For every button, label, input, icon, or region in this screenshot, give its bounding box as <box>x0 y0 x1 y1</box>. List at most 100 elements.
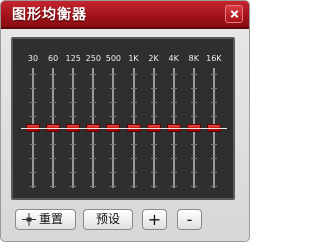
slider-tick <box>90 102 97 103</box>
frequency-label: 16K <box>206 54 222 63</box>
slider-tick <box>90 186 97 187</box>
slider-tick <box>210 158 217 159</box>
frequency-label: 8K <box>188 54 199 63</box>
slider-tick <box>30 102 36 103</box>
slider-tick <box>50 144 57 145</box>
frequency-label: 500 <box>105 54 122 63</box>
slider-tick <box>90 74 97 75</box>
slider-tick <box>210 102 217 103</box>
title-bar[interactable]: 图形均衡器 <box>1 1 249 29</box>
slider-tick <box>50 186 57 187</box>
slider-tick <box>210 74 217 75</box>
slider-tick <box>70 88 77 89</box>
slider-tick <box>30 88 36 89</box>
reset-button-label: 重置 <box>39 212 64 226</box>
slider-tick <box>130 102 137 103</box>
slider-tick <box>210 172 217 173</box>
frequency-label: 4K <box>168 54 179 63</box>
slider-tick <box>110 102 117 103</box>
frequency-label: 250 <box>85 54 101 63</box>
slider-tick <box>210 186 217 187</box>
slider-tick <box>50 102 57 103</box>
slider-tick <box>70 74 77 75</box>
slider-tick <box>130 144 137 145</box>
slider-tick <box>110 88 117 89</box>
slider-tick <box>170 172 177 173</box>
frequency-label: 2K <box>148 54 159 63</box>
slider-tick <box>110 116 117 117</box>
slider-tick <box>90 172 97 173</box>
slider-tick <box>70 172 77 173</box>
slider-tick <box>70 186 77 187</box>
frequency-labels: 30 60 125 250 500 1K 2K 4K 8K 16K <box>12 54 236 66</box>
window-title: 图形均衡器 <box>12 7 87 23</box>
preset-button[interactable]: 预设 <box>83 209 133 230</box>
slider-tick <box>90 88 97 89</box>
slider-tick <box>70 158 77 159</box>
slider-tick <box>30 116 36 117</box>
slider-tick <box>150 102 157 103</box>
slider-tick <box>30 158 36 159</box>
slider-tick <box>190 158 197 159</box>
slider-tick <box>110 186 117 187</box>
slider-tick <box>150 144 157 145</box>
slider-tick <box>90 158 97 159</box>
reset-button[interactable]: 重置 <box>15 209 76 230</box>
slider-tick <box>70 144 77 145</box>
slider-tick <box>30 172 36 173</box>
slider-tick <box>130 74 137 75</box>
slider-tick <box>210 144 217 145</box>
close-button[interactable] <box>225 5 243 23</box>
slider-tick <box>70 102 77 103</box>
slider-tick <box>50 116 57 117</box>
zero-gain-line <box>21 128 227 129</box>
frequency-label: 30 <box>27 54 39 63</box>
slider-tick <box>190 172 197 173</box>
slider-tick <box>110 172 117 173</box>
slider-tick <box>210 88 217 89</box>
slider-tick <box>130 172 137 173</box>
slider-tick <box>170 158 177 159</box>
slider-tick <box>150 158 157 159</box>
slider-tick <box>150 116 157 117</box>
slider-tick <box>190 102 197 103</box>
slider-tick <box>90 144 97 145</box>
slider-tick <box>190 186 197 187</box>
slider-tick <box>50 172 57 173</box>
slider-tick <box>30 144 36 145</box>
slider-tick <box>30 74 36 75</box>
increase-button[interactable]: + <box>142 209 167 230</box>
frequency-label: 60 <box>48 54 59 63</box>
slider-tick <box>150 186 157 187</box>
slider-tick <box>170 186 177 187</box>
slider-tick <box>170 74 177 75</box>
slider-tick <box>50 88 57 89</box>
frequency-label: 1K <box>128 54 139 63</box>
slider-tick <box>190 144 197 145</box>
slider-tick <box>210 116 217 117</box>
slider-tick <box>90 116 97 117</box>
slider-tick <box>130 186 137 187</box>
slider-tick <box>110 74 117 75</box>
slider-tick <box>150 74 157 75</box>
slider-tick <box>110 144 117 145</box>
slider-tick <box>150 88 157 89</box>
slider-tick <box>70 116 77 117</box>
slider-tick <box>150 172 157 173</box>
frequency-label: 125 <box>65 54 81 63</box>
decrease-button[interactable]: - <box>177 209 202 230</box>
slider-tick <box>170 88 177 89</box>
slider-tick <box>50 158 57 159</box>
slider-tick <box>30 186 36 187</box>
slider-tick <box>130 158 137 159</box>
slider-tick <box>130 116 137 117</box>
slider-tick <box>170 116 177 117</box>
equalizer-reset-icon <box>22 213 36 226</box>
slider-tick <box>50 74 57 75</box>
slider-tick <box>130 88 137 89</box>
slider-tick <box>190 74 197 75</box>
slider-tick <box>110 158 117 159</box>
slider-tick <box>190 116 197 117</box>
slider-tick <box>190 88 197 89</box>
slider-tick <box>170 144 177 145</box>
